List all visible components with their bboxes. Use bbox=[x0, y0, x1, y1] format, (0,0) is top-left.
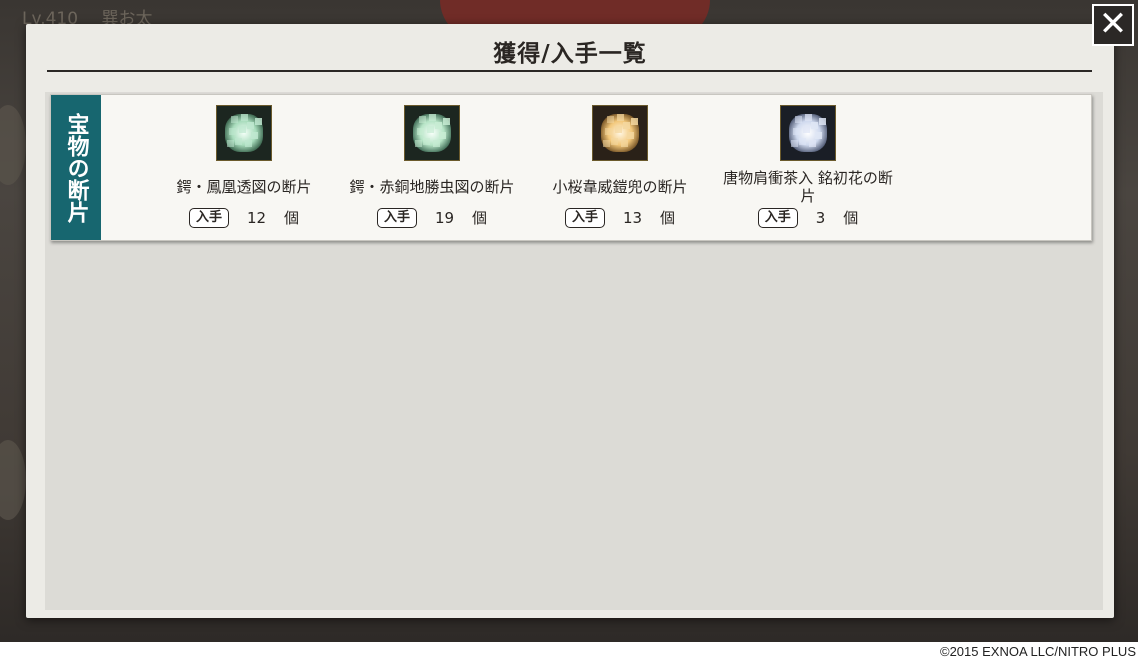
acquired-badge: 入手 bbox=[188, 207, 229, 228]
acquired-items-dialog: 獲得/入手一覧 宝物の断片 鍔・鳳凰透図の断片 入手 12 個 鍔・赤銅地勝虫図… bbox=[26, 24, 1114, 618]
sparkle-pixel bbox=[631, 118, 638, 125]
item-card[interactable]: 唐物肩衝茶入 銘初花の断片 入手 3 個 bbox=[718, 105, 898, 228]
acquired-badge: 入手 bbox=[564, 207, 605, 228]
item-unit: 個 bbox=[472, 209, 488, 227]
acquired-badge: 入手 bbox=[376, 207, 417, 228]
item-card[interactable]: 小桜韋威鎧兜の断片 入手 13 個 bbox=[530, 105, 710, 228]
item-quantity: 入手 19 個 bbox=[342, 207, 522, 228]
sparkle-pixel bbox=[227, 140, 234, 147]
sparkle-pixel bbox=[791, 140, 798, 147]
item-unit: 個 bbox=[660, 209, 676, 227]
gold-fragment-icon bbox=[592, 105, 648, 161]
sparkle-pixel bbox=[617, 114, 624, 121]
sparkle-pixel bbox=[247, 122, 254, 129]
sparkle-pixel bbox=[433, 140, 440, 147]
sparkle-pixel bbox=[623, 122, 630, 129]
sparkle-pixel bbox=[429, 114, 436, 121]
item-unit: 個 bbox=[284, 209, 300, 227]
item-count: 3 bbox=[815, 208, 826, 227]
sparkle-pixel bbox=[239, 126, 246, 133]
sparkle-pixel bbox=[417, 128, 424, 135]
sparkle-pixel bbox=[607, 116, 614, 123]
item-card[interactable]: 鍔・鳳凰透図の断片 入手 12 個 bbox=[154, 105, 334, 228]
acquired-badge: 入手 bbox=[757, 207, 798, 228]
sparkle-pixel bbox=[443, 118, 450, 125]
item-count: 12 bbox=[246, 208, 267, 227]
sparkle-pixel bbox=[793, 128, 800, 135]
green-fragment-icon bbox=[404, 105, 460, 161]
item-card[interactable]: 鍔・赤銅地勝虫図の断片 入手 19 個 bbox=[342, 105, 522, 228]
sparkle-pixel bbox=[805, 114, 812, 121]
close-button[interactable]: ✕ bbox=[1092, 4, 1134, 46]
item-name: 小桜韋威鎧兜の断片 bbox=[552, 178, 688, 196]
sparkle-pixel bbox=[423, 138, 430, 145]
sparkle-pixel bbox=[419, 116, 426, 123]
item-quantity: 入手 13 個 bbox=[530, 207, 710, 228]
copyright-text: ©2015 EXNOA LLC/NITRO PLUS bbox=[940, 644, 1136, 659]
item-quantity: 入手 12 個 bbox=[154, 207, 334, 228]
sparkle-pixel bbox=[245, 140, 252, 147]
close-icon: ✕ bbox=[1098, 4, 1128, 44]
item-unit: 個 bbox=[843, 209, 859, 227]
sparkle-pixel bbox=[415, 140, 422, 147]
sparkle-pixel bbox=[819, 118, 826, 125]
category-row-treasure-fragments: 宝物の断片 鍔・鳳凰透図の断片 入手 12 個 鍔・赤銅地勝虫図の断片 入手 1… bbox=[50, 94, 1092, 241]
item-count: 13 bbox=[622, 208, 643, 227]
blue-fragment-icon bbox=[780, 105, 836, 161]
sparkle-pixel bbox=[795, 116, 802, 123]
sparkle-pixel bbox=[615, 126, 622, 133]
sparkle-pixel bbox=[605, 128, 612, 135]
sparkle-pixel bbox=[811, 122, 818, 129]
dialog-title: 獲得/入手一覧 bbox=[493, 41, 647, 67]
sparkle-pixel bbox=[229, 128, 236, 135]
category-label: 宝物の断片 bbox=[51, 95, 101, 240]
item-count: 19 bbox=[434, 208, 455, 227]
sparkle-pixel bbox=[427, 126, 434, 133]
title-divider bbox=[47, 70, 1092, 72]
item-name: 唐物肩衝茶入 銘初花の断片 bbox=[723, 169, 893, 205]
background-decoration bbox=[0, 105, 26, 185]
item-quantity: 入手 3 個 bbox=[718, 207, 898, 228]
sparkle-pixel bbox=[235, 138, 242, 145]
sparkle-pixel bbox=[255, 118, 262, 125]
sparkle-pixel bbox=[621, 140, 628, 147]
item-name: 鍔・鳳凰透図の断片 bbox=[176, 178, 312, 196]
sparkle-pixel bbox=[815, 132, 822, 139]
sparkle-pixel bbox=[241, 114, 248, 121]
sparkle-pixel bbox=[251, 132, 258, 139]
sparkle-pixel bbox=[611, 138, 618, 145]
item-name: 鍔・赤銅地勝虫図の断片 bbox=[349, 178, 515, 196]
green-fragment-icon bbox=[216, 105, 272, 161]
sparkle-pixel bbox=[627, 132, 634, 139]
sparkle-pixel bbox=[435, 122, 442, 129]
background-decoration bbox=[0, 440, 26, 520]
sparkle-pixel bbox=[803, 126, 810, 133]
sparkle-pixel bbox=[231, 116, 238, 123]
sparkle-pixel bbox=[799, 138, 806, 145]
sparkle-pixel bbox=[603, 140, 610, 147]
sparkle-pixel bbox=[809, 140, 816, 147]
sparkle-pixel bbox=[439, 132, 446, 139]
